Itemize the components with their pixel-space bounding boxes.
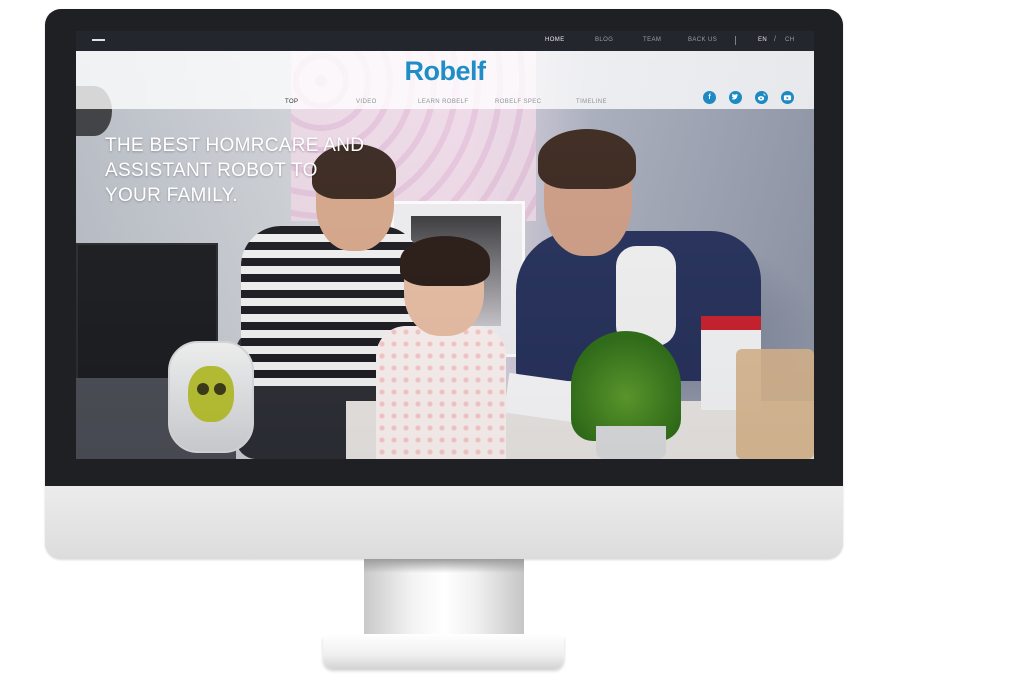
headline-line-1: THE BEST HOMRCARE AND (105, 135, 365, 156)
lang-en[interactable]: EN (758, 37, 767, 43)
weibo-icon[interactable] (755, 91, 768, 104)
facebook-icon[interactable]: f (703, 91, 716, 104)
site-header: Robelf TOP VIDEO LEARN ROBELF ROBELF SPE… (76, 51, 814, 109)
twitter-icon[interactable] (729, 91, 742, 104)
nav-timeline[interactable]: TIMELINE (576, 99, 607, 105)
nav-robelf-spec[interactable]: ROBELF SPEC (495, 99, 541, 105)
website-screen: HOME BLOG TEAM BACK US EN / CH Robelf TO… (76, 31, 814, 459)
top-bar: HOME BLOG TEAM BACK US EN / CH (76, 31, 814, 51)
hero-headline: THE BEST HOMRCARE AND ASSISTANT ROBOT TO… (105, 133, 395, 208)
lang-separator: / (774, 36, 776, 43)
youtube-icon[interactable] (781, 91, 794, 104)
top-link-back-us[interactable]: BACK US (688, 37, 717, 43)
top-link-team[interactable]: TEAM (643, 37, 661, 43)
nav-learn-robelf[interactable]: LEARN ROBELF (418, 99, 468, 105)
monitor-chin (45, 486, 843, 559)
robelf-logo[interactable]: Robelf (76, 56, 814, 87)
headline-line-2: ASSISTANT ROBOT TO (105, 160, 318, 181)
nav-video[interactable]: VIDEO (356, 99, 377, 105)
lang-ch[interactable]: CH (785, 37, 794, 43)
menu-icon[interactable] (92, 39, 105, 41)
top-link-home[interactable]: HOME (545, 37, 565, 43)
headline-line-3: YOUR FAMILY. (105, 185, 238, 206)
nav-top[interactable]: TOP (285, 99, 298, 105)
divider (735, 36, 736, 45)
monitor-base (323, 634, 564, 668)
top-link-blog[interactable]: BLOG (595, 37, 613, 43)
